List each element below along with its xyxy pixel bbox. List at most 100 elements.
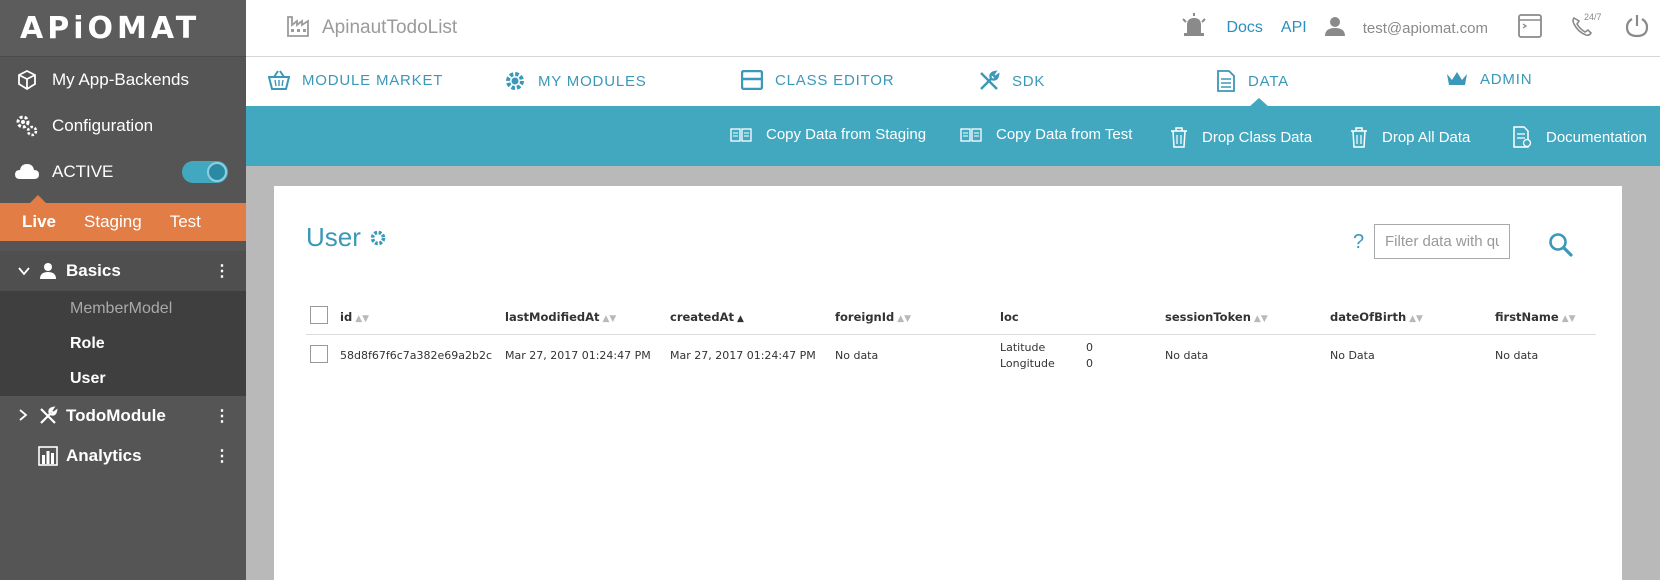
cell-firstname: No data [1495,348,1539,362]
page-title: User [306,222,387,253]
tree-item-membermodel[interactable]: MemberModel [0,291,246,326]
action-label: Copy Data from Test [996,126,1133,143]
tab-live[interactable]: Live [8,212,70,232]
toggle-knob [207,162,227,182]
tab-my-modules[interactable]: MY MODULES [504,70,647,92]
action-label: Copy Data from Staging [766,126,927,143]
sort-icon: ▲▼ [897,313,912,324]
tab-test[interactable]: Test [156,212,215,232]
sidebar: APiOMAT My App-Backends Configuration AC… [0,0,246,580]
table-header-row: id ▲▼ lastModifiedAt ▲▼ createdAt ▲ foreign… [306,300,1596,335]
col-header-firstname[interactable]: firstName ▲▼ [1491,300,1596,335]
filter-query-input[interactable] [1374,224,1510,259]
crown-icon [1447,72,1467,85]
data-action-bar: Copy Data from Staging Copy Data from Te… [246,106,1660,166]
longitude-label: Longitude [1000,356,1055,370]
data-table: id ▲▼ lastModifiedAt ▲▼ createdAt ▲ foreign… [306,300,1596,376]
env-caret [30,195,46,203]
tree-item-user[interactable]: User [0,361,246,396]
tab-label: ADMIN [1480,70,1533,88]
sidebar-item-configuration[interactable]: Configuration [0,103,246,149]
sort-icon: ▲▼ [1409,313,1423,324]
tab-staging[interactable]: Staging [70,212,156,232]
tree-group-todomodule[interactable]: TodoModule ⋮ [0,396,246,436]
user-email[interactable]: test@apiomat.com [1363,20,1488,37]
documentation-button[interactable]: Documentation [1512,126,1647,148]
sort-asc-icon: ▲ [736,313,744,324]
sidebar-item-my-app-backends[interactable]: My App-Backends [0,57,246,103]
settings-gear-icon[interactable] [369,229,387,247]
class-icon [741,70,763,90]
col-header-foreignid[interactable]: foreignId ▲▼ [831,300,996,335]
more-options-icon[interactable]: ⋮ [214,406,230,426]
chevron-right-icon[interactable] [18,408,36,424]
doc-icon [1513,126,1532,148]
person-icon [36,262,60,280]
search-icon[interactable] [1548,232,1574,263]
content-card: User ? id▲▼ lastModifiedAt▲▼ createdAt▲ … [274,186,1622,580]
col-header-loc[interactable]: loc [996,300,1161,335]
alarm-bell-icon[interactable] [1180,12,1208,44]
analytics-icon [36,446,60,466]
action-label: Drop All Data [1382,128,1471,146]
top-right-menu: Docs API test@apiomat.com 24/7 [1180,12,1660,44]
support-phone-icon[interactable]: 24/7 [1570,12,1602,43]
table-row[interactable]: 58d8f67f6c7a382e69a2b2c Mar 27, 2017 01:… [306,334,1596,376]
cell-loc: Latitude 0 Longitude 0 [996,334,1161,376]
tree-group-label: TodoModule [66,406,166,425]
more-options-icon[interactable]: ⋮ [214,261,230,281]
tree-item-role[interactable]: Role [0,326,246,361]
tab-label: SDK [1012,72,1046,90]
col-header-dateofbirth[interactable]: dateOfBirth ▲▼ [1326,300,1491,335]
class-tree: Basics ⋮ MemberModel Role User TodoModul… [0,241,246,476]
cell-sessiontoken: No data [1165,348,1209,362]
app-name[interactable]: ApinautTodoList [322,17,457,39]
drop-class-data-button[interactable]: Drop Class Data [1170,126,1312,148]
tools-icon [980,70,1000,90]
tools-icon [36,406,60,426]
tree-group-label: Basics [66,261,121,280]
tree-group-basics[interactable]: Basics ⋮ [0,251,246,291]
tab-class-editor[interactable]: CLASS EDITOR [741,70,894,90]
tab-data[interactable]: DATA [1216,70,1289,92]
col-header-sessiontoken[interactable]: sessionToken ▲▼ [1161,300,1326,335]
action-label: Drop Class Data [1202,128,1313,146]
cell-lastmodifiedat: Mar 27, 2017 01:24:47 PM [505,348,651,362]
tab-module-market[interactable]: MODULE MARKET [268,70,443,90]
copy-from-staging-button[interactable]: Copy Data from Staging [730,126,926,143]
cloud-icon [12,163,42,181]
tree-group-label: Analytics [66,446,142,465]
tab-admin[interactable]: ADMIN [1446,70,1532,88]
power-icon[interactable] [1624,13,1650,44]
tab-sdk[interactable]: SDK [978,70,1045,92]
copy-from-test-button[interactable]: Copy Data from Test [960,126,1132,143]
row-checkbox[interactable] [310,344,328,363]
tree-group-analytics[interactable]: Analytics ⋮ [0,436,246,476]
gears-icon [12,113,42,139]
docs-link[interactable]: Docs [1226,19,1262,37]
terminal-icon[interactable] [1518,13,1542,43]
active-toggle[interactable] [182,161,228,183]
apiomat-logo[interactable]: APiOMAT [20,11,200,46]
document-icon [1217,70,1235,92]
col-header-id[interactable]: id ▲▼ [336,300,501,335]
sort-icon: ▲▼ [1561,313,1576,324]
col-header-createdat[interactable]: createdAt ▲ [666,300,831,335]
latitude-value: 0 [1086,340,1093,354]
tab-label: CLASS EDITOR [775,71,895,89]
cell-createdat: Mar 27, 2017 01:24:47 PM [670,348,816,362]
copy-icon [960,127,982,142]
sort-icon: ▲▼ [355,313,370,324]
latitude-label: Latitude [1000,340,1046,354]
gear-icon [506,72,524,90]
col-header-lastmodifiedat[interactable]: lastModifiedAt ▲▼ [501,300,666,335]
user-icon [1324,16,1345,41]
cell-id: 58d8f67f6c7a382e69a2b2c [340,348,493,362]
environment-tabs: Live Staging Test [0,195,246,241]
chevron-down-icon[interactable] [18,263,36,279]
help-icon[interactable]: ? [1353,231,1364,254]
select-all-checkbox[interactable] [310,306,328,325]
more-options-icon[interactable]: ⋮ [214,446,230,466]
drop-all-data-button[interactable]: Drop All Data [1350,126,1470,148]
api-link[interactable]: API [1281,19,1307,37]
